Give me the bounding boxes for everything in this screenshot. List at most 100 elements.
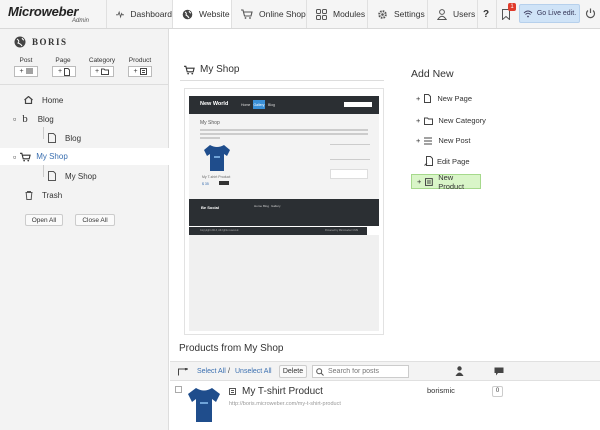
close-all-button[interactable]: Close All — [75, 214, 115, 226]
tree-label: Blog — [37, 114, 54, 124]
author-column-icon[interactable] — [455, 366, 464, 376]
preview-product-name: My T-shirt Product — [202, 175, 231, 179]
page-title: My Shop — [184, 64, 239, 75]
page-icon — [424, 94, 432, 103]
search-box[interactable] — [312, 365, 409, 378]
product-name-link[interactable]: My T-shirt Product — [242, 386, 323, 397]
brand-sub: Admin — [72, 18, 90, 24]
collapse-toggle[interactable]: ▫ — [13, 152, 16, 162]
tree-item-home[interactable]: Home — [0, 92, 169, 108]
page-preview[interactable]: New World Home Gallery Blog My Shop My T… — [184, 88, 384, 335]
add-new-label: Edit Page — [437, 156, 470, 166]
add-new-label: New Product — [438, 172, 465, 191]
preview-footer-nav-home: Home — [254, 204, 263, 208]
tree-item-blog[interactable]: ▫ b Blog — [0, 111, 169, 127]
plus-icon: + — [416, 116, 421, 125]
tree-item-blog-page[interactable]: Blog — [0, 130, 169, 146]
blog-icon: b — [22, 113, 28, 125]
nav-settings[interactable]: Settings — [367, 0, 427, 28]
nav-label: Online Shop — [259, 9, 306, 19]
add-new-product[interactable]: + New Product — [411, 172, 481, 191]
comments-column-icon[interactable] — [494, 367, 504, 376]
plus-icon: + — [416, 94, 421, 103]
comments-count[interactable]: 0 — [492, 386, 503, 397]
user-icon — [437, 8, 447, 20]
add-new-label: New Category — [438, 116, 486, 125]
pulse-icon — [116, 10, 125, 18]
cart-icon — [241, 9, 253, 19]
select-all-link[interactable]: Select All — [197, 368, 226, 375]
nav-label: Modules — [333, 9, 366, 19]
page-icon — [48, 133, 56, 143]
product-url[interactable]: http://boris.microweber.com/my-t-shirt-p… — [229, 401, 341, 407]
add-post-button[interactable]: + — [14, 66, 38, 77]
folder-icon — [424, 117, 434, 125]
preview-blank-area — [189, 235, 379, 331]
search-input[interactable] — [328, 368, 408, 375]
nav-dashboard[interactable]: Dashboard — [106, 0, 172, 28]
globe-icon — [14, 36, 26, 48]
folder-icon — [101, 68, 110, 75]
row-checkbox[interactable] — [175, 386, 182, 393]
home-icon — [24, 96, 33, 104]
product-icon — [425, 177, 434, 186]
preview-body: My Shop My T-shirt Product $ 35 — [189, 114, 379, 199]
tree-item-my-shop[interactable]: ▫ My Shop — [0, 148, 169, 165]
brand-logo[interactable]: Microweber — [8, 4, 78, 19]
nav-label: Website — [199, 9, 230, 19]
add-new-category[interactable]: + New Category — [416, 116, 486, 125]
delete-button[interactable]: Delete — [279, 365, 307, 378]
tree-label: My Shop — [65, 171, 97, 181]
nav-online-shop[interactable]: Online Shop — [231, 0, 306, 28]
plus-icon: + — [416, 136, 421, 145]
preview-text — [200, 129, 368, 131]
wifi-icon — [523, 10, 533, 17]
product-icon — [229, 388, 236, 395]
add-new-page[interactable]: + New Page — [416, 94, 472, 103]
collapse-toggle[interactable]: ▫ — [13, 114, 16, 124]
tree-item-trash[interactable]: Trash — [0, 187, 169, 203]
preview-footer-brand: Be Social — [201, 205, 220, 210]
preview-nav-home: Home — [241, 103, 251, 107]
product-thumbnail — [188, 388, 220, 422]
title-divider — [180, 80, 384, 81]
preview-powered: Powered by Microweber CMS — [325, 229, 359, 232]
add-category-button[interactable]: + — [90, 66, 114, 77]
preview-text — [200, 133, 368, 135]
product-icon — [139, 68, 147, 75]
add-new-post[interactable]: + New Post — [416, 136, 471, 145]
help-icon[interactable]: ? — [477, 0, 496, 28]
add-new-label: New Page — [437, 94, 472, 103]
preview-sidebar-line — [330, 144, 370, 145]
tshirt-image — [204, 145, 230, 171]
nav-modules[interactable]: Modules — [306, 0, 367, 28]
plus-icon: + — [417, 177, 422, 186]
preview-footer: Be Social Home Blog Gallery — [189, 199, 379, 226]
preview-sidebar-box — [330, 169, 368, 179]
gear-icon — [378, 9, 387, 19]
add-product-button[interactable]: + — [128, 66, 152, 77]
table-row[interactable]: My T-shirt Product http://boris.microweb… — [170, 381, 600, 430]
site-name[interactable]: BORIS — [14, 36, 68, 48]
cart-icon — [20, 152, 31, 161]
sidebar — [0, 29, 169, 430]
nav-users[interactable]: Users — [427, 0, 477, 28]
sort-icon[interactable] — [178, 368, 188, 376]
power-icon[interactable] — [585, 8, 596, 21]
trash-icon — [25, 190, 33, 200]
preview-footer-nav-blog: Blog — [263, 204, 270, 208]
tree-item-my-shop-page[interactable]: My Shop — [0, 168, 169, 184]
separator: / — [228, 368, 230, 375]
add-page-button[interactable]: + — [52, 66, 76, 77]
unselect-all-link[interactable]: Unselect All — [235, 368, 272, 375]
go-live-edit-button[interactable]: Go Live edit. — [519, 4, 580, 23]
nav-website[interactable]: Website — [172, 0, 231, 28]
edit-page[interactable]: Edit Page — [424, 156, 470, 166]
page-icon — [48, 171, 56, 181]
post-icon — [25, 68, 33, 74]
add-page-label: Page — [55, 57, 71, 64]
tree-label: Home — [42, 95, 64, 105]
add-product-label: Product — [128, 57, 152, 64]
notification-badge: 1 — [508, 3, 516, 11]
open-all-button[interactable]: Open All — [25, 214, 63, 226]
